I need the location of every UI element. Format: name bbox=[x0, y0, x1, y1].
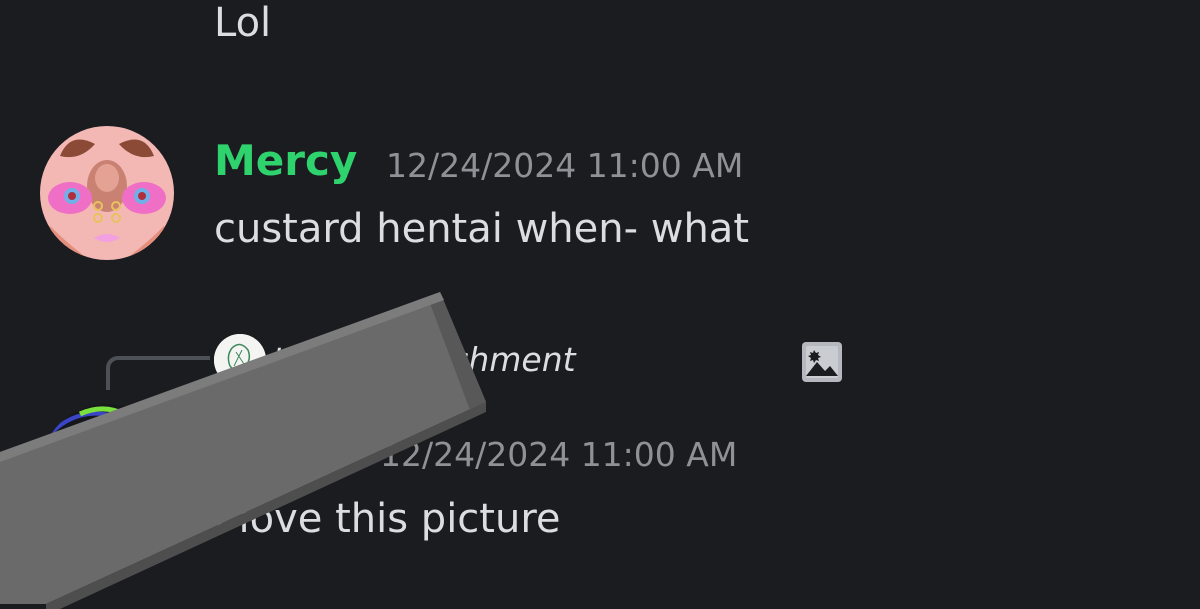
author-name[interactable]: Mercy bbox=[214, 136, 357, 185]
message-text: I love this picture bbox=[214, 496, 561, 542]
message-text: custard hentai when- what bbox=[214, 206, 749, 252]
avatar[interactable] bbox=[40, 404, 174, 538]
image-icon bbox=[800, 340, 844, 384]
message-timestamp: 12/24/2024 11:00 AM bbox=[386, 146, 744, 185]
reply-hint: to see attachment bbox=[272, 340, 576, 379]
previous-message-text: Lol bbox=[214, 0, 272, 46]
chat-view: Lol Mercy 12/24/2024 11:00 AM custard he… bbox=[0, 0, 1200, 609]
avatar[interactable] bbox=[40, 126, 174, 260]
reply-avatar[interactable] bbox=[214, 334, 266, 386]
reply-connector bbox=[106, 356, 210, 390]
occluding-bar bbox=[0, 292, 486, 609]
reply-text[interactable]: to see attachment bbox=[272, 340, 576, 379]
message-timestamp: 12/24/2024 11:00 AM bbox=[380, 435, 738, 474]
